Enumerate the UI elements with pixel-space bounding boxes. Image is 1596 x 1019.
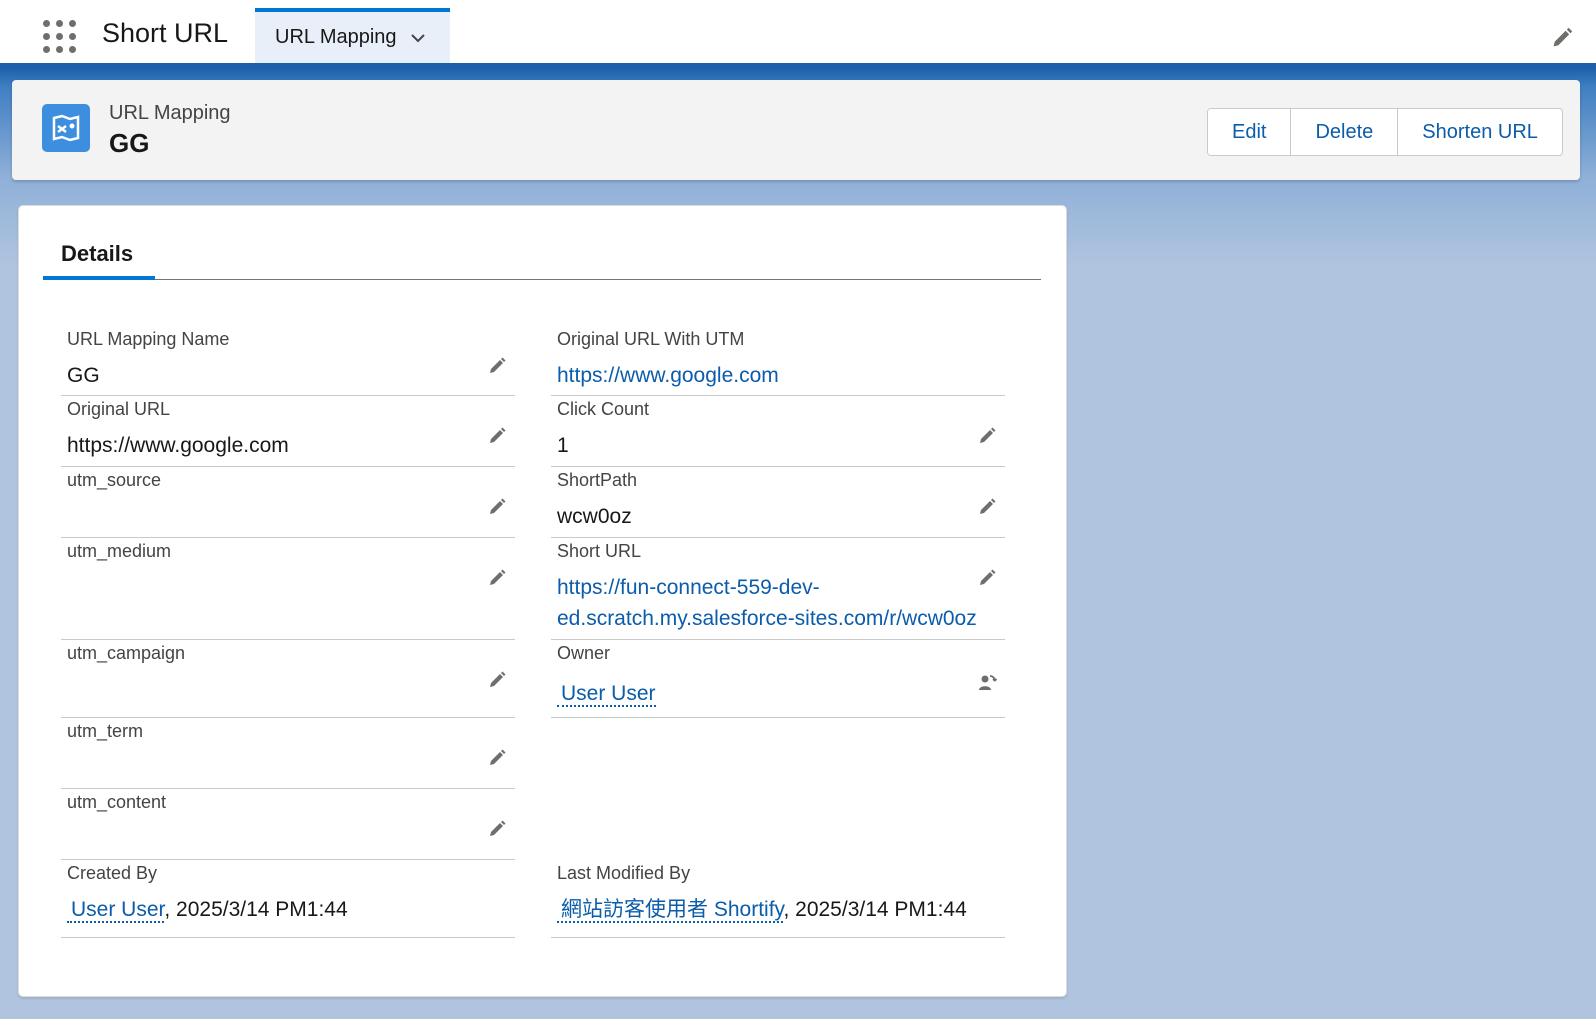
original-url-with-utm-link[interactable]: https://www.google.com [557,360,779,391]
field-created-by: Created By User User, 2025/3/14 PM1:44 [61,860,515,938]
field-owner: Owner User User [551,640,1005,718]
field-label: Owner [557,643,611,663]
tab-details[interactable]: Details [43,236,155,280]
created-date: , 2025/3/14 PM1:44 [164,898,348,921]
pencil-icon[interactable] [487,748,507,768]
change-owner-icon[interactable] [977,672,997,692]
edit-nav-pencil-icon[interactable] [1550,26,1574,50]
tab-divider [43,279,1041,280]
field-label: utm_content [67,792,167,812]
global-header: Short URL URL Mapping [0,0,1596,67]
url-mapping-icon [42,104,90,152]
field-short-path: ShortPath wcw0oz [551,467,1005,538]
short-url-line-2: ed.scratch.my.salesforce-sites.com/r/wcw… [557,607,977,630]
chevron-down-icon[interactable] [410,30,426,46]
field-label: utm_medium [67,541,172,561]
field-value: wcw0oz [557,505,632,528]
pencil-icon[interactable] [487,568,507,588]
delete-button[interactable]: Delete [1290,109,1398,155]
field-value: 網站訪客使用者 Shortify, 2025/3/14 PM1:44 [557,894,967,925]
short-url-line-1: https://fun-connect-559-dev- [557,576,820,599]
created-by-user-link[interactable]: User User [67,898,165,923]
field-value: User User, 2025/3/14 PM1:44 [67,894,348,925]
field-utm-term: utm_term [61,718,515,789]
pencil-icon[interactable] [487,819,507,839]
field-last-modified-by: Last Modified By 網站訪客使用者 Shortify, 2025/… [551,860,1005,938]
field-label: utm_source [67,470,162,490]
field-label: Last Modified By [557,863,691,883]
nav-tab-url-mapping[interactable]: URL Mapping [255,8,450,63]
field-short-url: Short URL https://fun-connect-559-dev-ed… [551,538,1005,640]
pencil-icon[interactable] [977,497,997,517]
record-actions: Edit Delete Shorten URL [1207,108,1563,156]
field-click-count: Click Count 1 [551,396,1005,467]
field-label: utm_term [67,721,144,741]
edit-button[interactable]: Edit [1208,109,1291,155]
pencil-icon[interactable] [487,426,507,446]
field-value: User User [557,678,656,709]
pencil-icon[interactable] [487,356,507,376]
field-label: Created By [67,863,158,883]
field-utm-content: utm_content [61,789,515,860]
app-launcher-icon[interactable] [43,20,77,54]
field-label: Original URL With UTM [557,329,745,349]
shorten-url-button[interactable]: Shorten URL [1397,109,1562,155]
field-utm-source: utm_source [61,467,515,538]
field-utm-medium: utm_medium [61,538,515,640]
record-type-label: URL Mapping [109,102,231,124]
field-label: URL Mapping Name [67,329,230,349]
last-modified-date: , 2025/3/14 PM1:44 [783,898,967,921]
pencil-icon[interactable] [977,426,997,446]
field-label: Short URL [557,541,642,561]
field-label: utm_campaign [67,643,186,663]
pencil-icon[interactable] [487,497,507,517]
field-label: Original URL [67,399,171,419]
field-label: Click Count [557,399,650,419]
field-label: ShortPath [557,470,638,490]
short-url-link[interactable]: https://fun-connect-559-dev-ed.scratch.m… [557,572,977,634]
record-header: URL Mapping GG Edit Delete Shorten URL [12,80,1580,180]
last-modified-by-user-link[interactable]: 網站訪客使用者 Shortify [557,898,784,923]
field-url-mapping-name: URL Mapping Name GG [61,326,515,396]
owner-user-link[interactable]: User User [557,682,656,707]
pencil-icon[interactable] [487,670,507,690]
record-title: GG [109,128,150,158]
field-utm-campaign: utm_campaign [61,640,515,718]
app-name: Short URL [102,18,229,48]
tab-details-label: Details [61,241,134,266]
field-original-url-with-utm: Original URL With UTM https://www.google… [551,326,1005,396]
field-value: GG [67,364,100,387]
field-original-url: Original URL https://www.google.com [61,396,515,467]
details-card: Details URL Mapping Name GG Original URL… [18,205,1067,997]
field-value: 1 [557,434,569,457]
pencil-icon[interactable] [977,568,997,588]
field-value: https://www.google.com [67,434,289,457]
nav-tab-label: URL Mapping [275,26,397,48]
